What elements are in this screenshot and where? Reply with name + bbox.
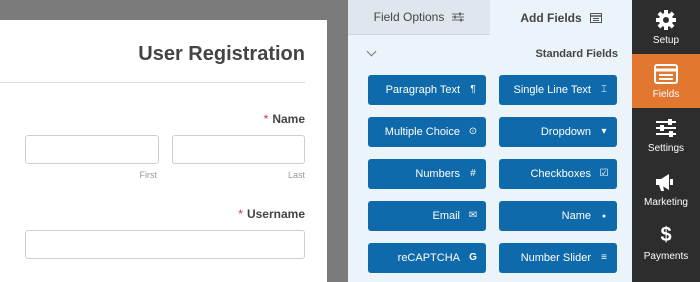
- panel-tabs: Field Options Add Fields: [348, 0, 632, 35]
- title-divider: [0, 82, 305, 83]
- name-field-label: * Name: [0, 112, 305, 126]
- add-single-line-text-button[interactable]: Single Line Text ⌶: [499, 75, 617, 105]
- add-numbers-button[interactable]: Numbers #: [368, 159, 486, 189]
- hash-icon: #: [470, 168, 476, 179]
- checkbox-icon: ☑: [599, 168, 609, 179]
- tab-field-options-label: Field Options: [373, 10, 445, 24]
- tab-add-fields[interactable]: Add Fields: [490, 0, 632, 35]
- section-title: Standard Fields: [535, 48, 618, 60]
- button-label: Checkboxes: [530, 168, 591, 180]
- sidebar-item-label: Marketing: [644, 196, 688, 208]
- add-name-button[interactable]: Name ●: [499, 201, 617, 231]
- button-label: Name: [561, 210, 591, 222]
- add-multiple-choice-button[interactable]: Multiple Choice ⊙: [368, 117, 486, 147]
- sliders-icon: ≡: [601, 252, 607, 263]
- first-sublabel: First: [139, 170, 158, 180]
- button-label: Multiple Choice: [384, 126, 460, 138]
- sidebar-item-marketing[interactable]: Marketing: [632, 162, 700, 216]
- sliders-icon: [452, 12, 465, 22]
- sidebar-item-label: Settings: [647, 142, 685, 154]
- sidebar-item-label: Fields: [652, 88, 680, 100]
- add-dropdown-button[interactable]: Dropdown ▾: [499, 117, 617, 147]
- required-marker: *: [238, 207, 243, 221]
- builder-sidebar: Setup Fields Settings Marketing $ Paymen…: [632, 0, 700, 282]
- name-label-text: Name: [272, 112, 305, 126]
- username-field-label: * Username: [0, 207, 305, 221]
- chevron-down-icon: [366, 46, 377, 57]
- add-paragraph-text-button[interactable]: Paragraph Text ¶: [368, 75, 486, 105]
- form-title: User Registration: [138, 43, 305, 65]
- add-number-slider-button[interactable]: Number Slider ≡: [499, 243, 617, 273]
- button-label: Numbers: [415, 168, 460, 180]
- button-label: Email: [432, 210, 460, 222]
- tab-add-fields-label: Add Fields: [520, 10, 582, 25]
- add-checkboxes-button[interactable]: Checkboxes ☑: [499, 159, 617, 189]
- dollar-icon: $: [660, 224, 672, 246]
- add-email-button[interactable]: Email ✉: [368, 201, 486, 231]
- first-name-input[interactable]: [25, 135, 159, 164]
- megaphone-icon: [654, 171, 678, 193]
- form-preview: User Registration * Name First Last * User…: [0, 0, 348, 282]
- sliders-icon: [654, 117, 678, 139]
- username-input[interactable]: [25, 230, 305, 259]
- google-icon: G: [469, 252, 477, 263]
- fields-list-icon: [654, 63, 678, 85]
- form-card: User Registration * Name First Last * User…: [0, 20, 327, 282]
- button-label: Number Slider: [520, 252, 591, 264]
- button-label: Paragraph Text: [385, 84, 460, 96]
- paragraph-icon: ¶: [470, 84, 476, 95]
- button-label: Dropdown: [540, 126, 591, 138]
- sidebar-item-settings[interactable]: Settings: [632, 108, 700, 162]
- last-name-input[interactable]: [172, 135, 305, 164]
- sidebar-item-fields[interactable]: Fields: [632, 54, 700, 108]
- tab-field-options[interactable]: Field Options: [348, 0, 490, 35]
- button-label: Single Line Text: [513, 84, 591, 96]
- text-cursor-icon: ⌶: [601, 84, 607, 95]
- standard-fields-header[interactable]: Standard Fields: [348, 46, 632, 64]
- button-label: reCAPTCHA: [397, 252, 460, 264]
- gear-icon: [654, 9, 678, 31]
- caret-square-icon: ▾: [601, 126, 607, 137]
- sidebar-item-label: Payments: [643, 250, 689, 262]
- sidebar-item-payments[interactable]: $ Payments: [632, 216, 700, 270]
- list-icon: [589, 12, 602, 23]
- sidebar-item-setup[interactable]: Setup: [632, 0, 700, 54]
- required-marker: *: [263, 112, 269, 126]
- user-icon: ●: [601, 212, 607, 220]
- sidebar-item-label: Setup: [652, 34, 680, 46]
- last-sublabel: Last: [287, 170, 305, 180]
- radio-icon: ⊙: [468, 126, 478, 137]
- fields-panel: Field Options Add Fields Standard Fields: [348, 0, 632, 282]
- add-recaptcha-button[interactable]: reCAPTCHA G: [368, 243, 486, 273]
- envelope-icon: ✉: [468, 210, 478, 221]
- username-label-text: Username: [246, 207, 305, 221]
